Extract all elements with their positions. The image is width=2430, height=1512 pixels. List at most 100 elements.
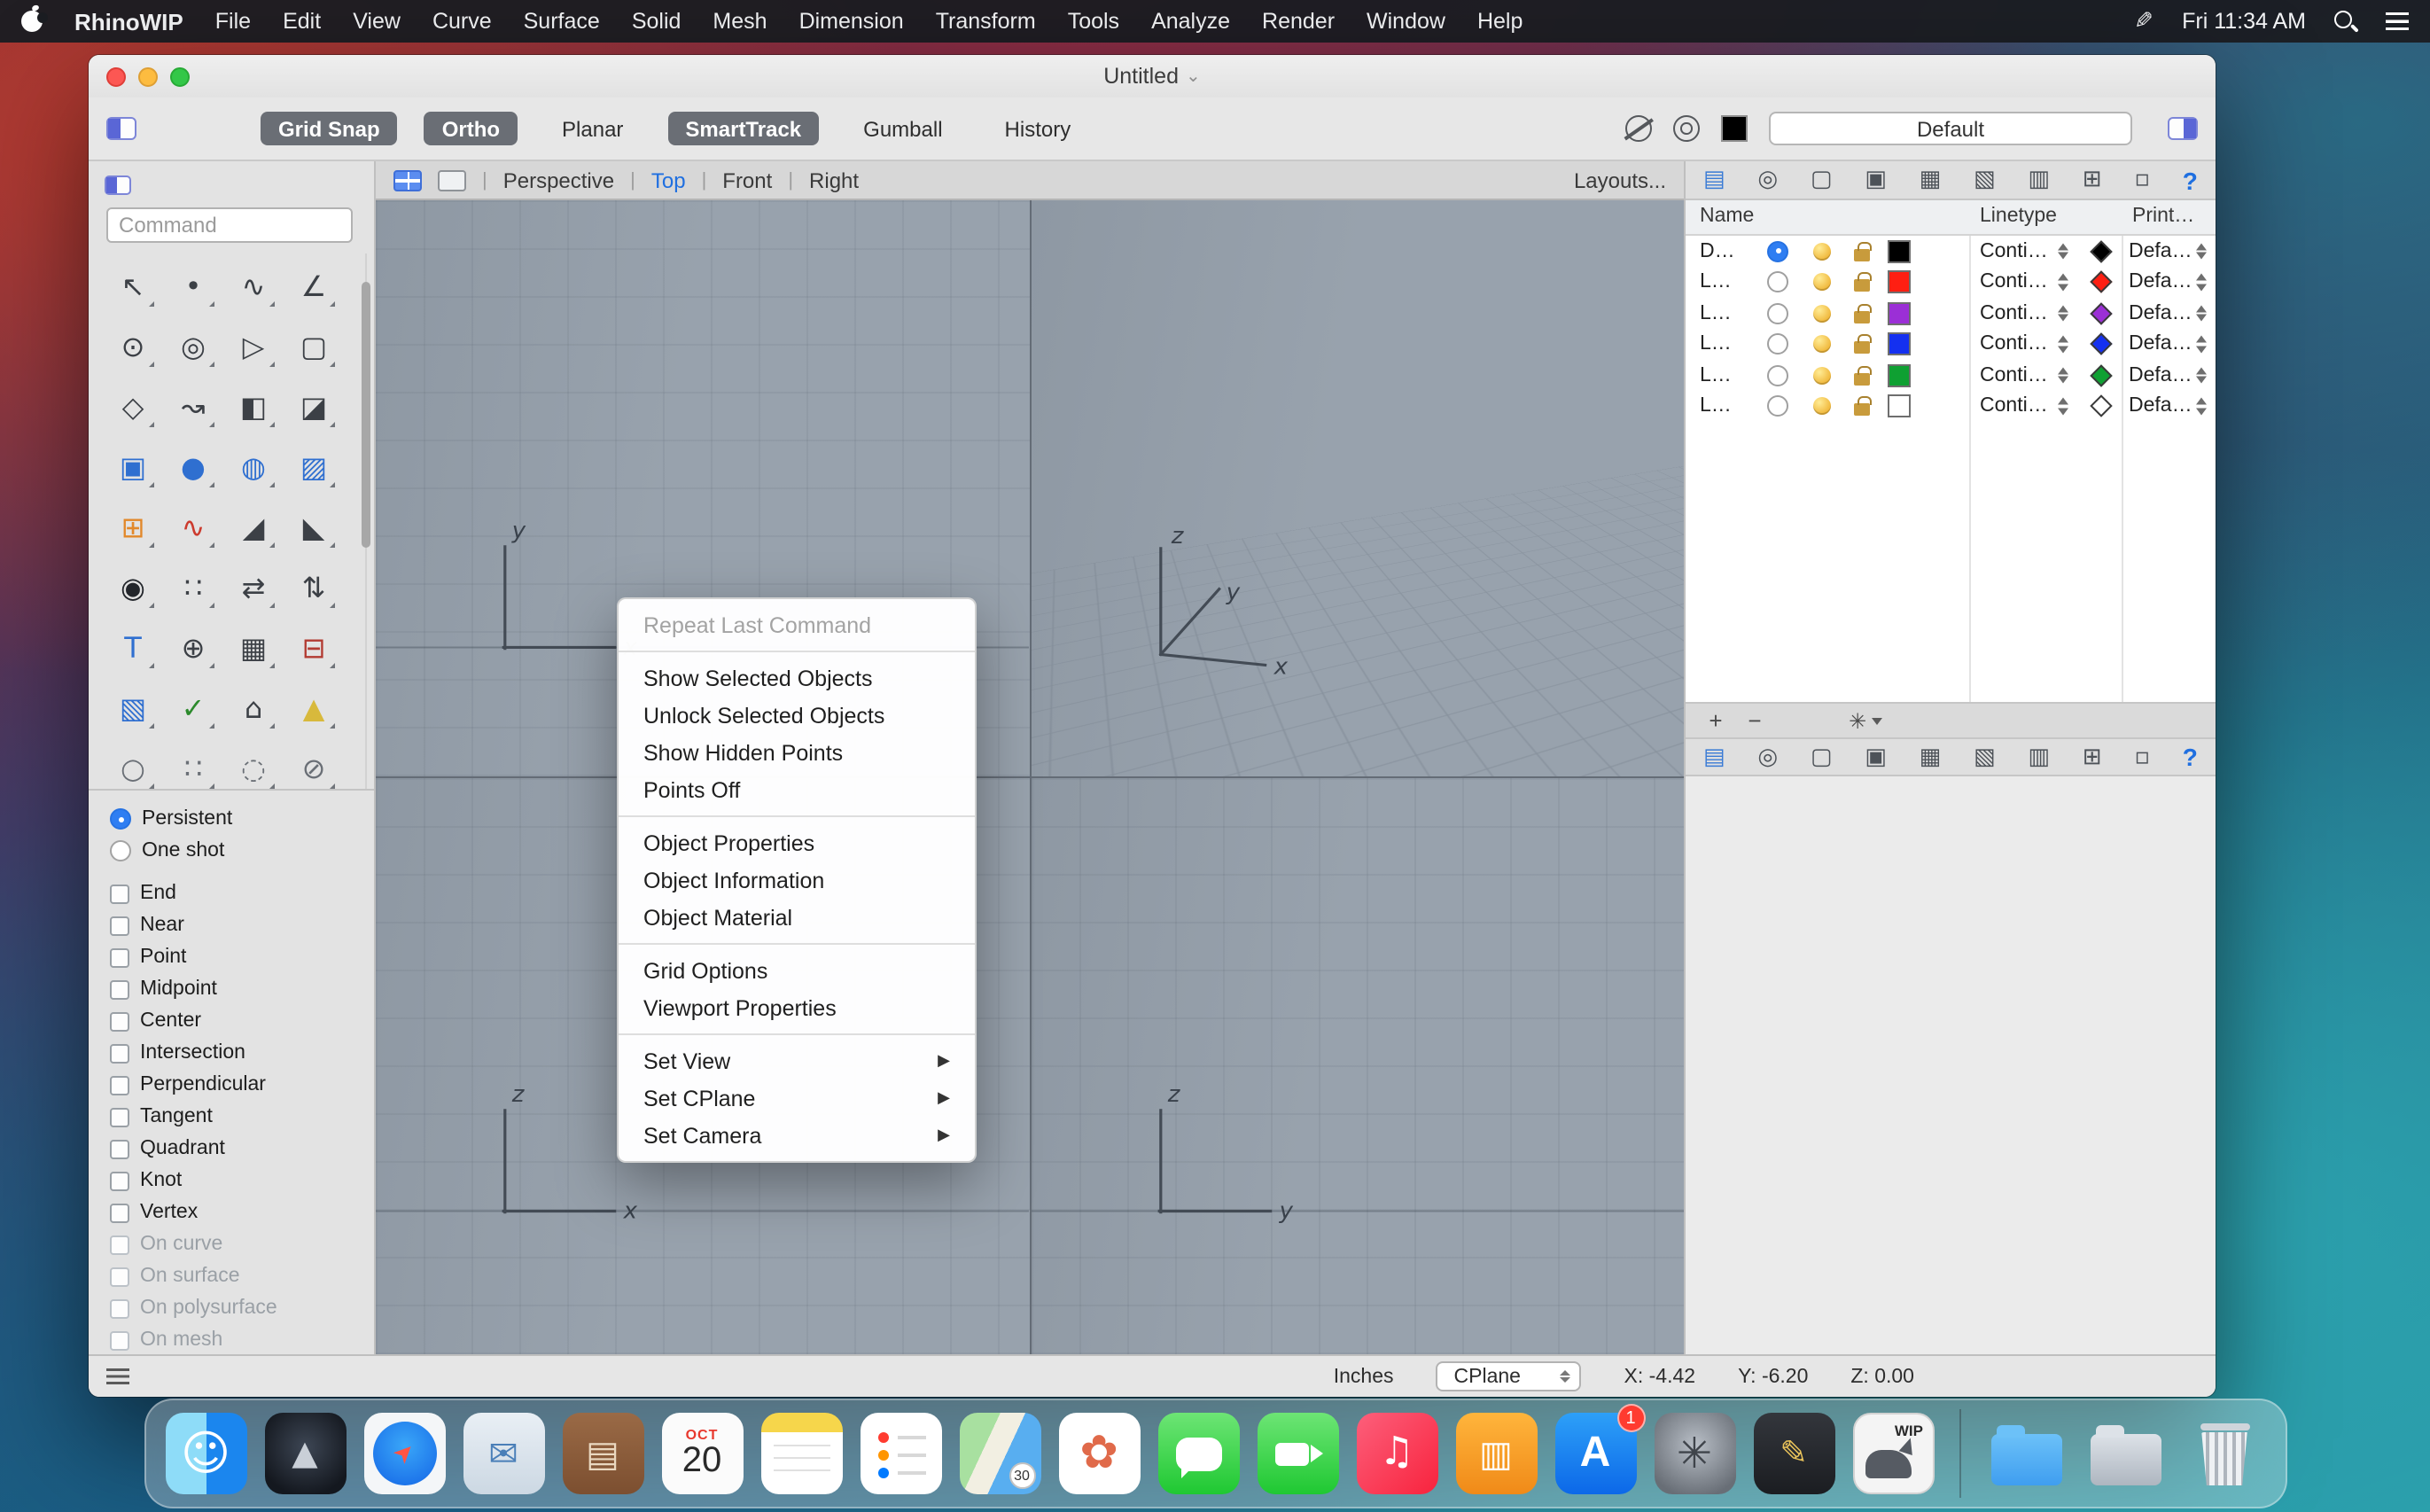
music-dock-icon[interactable]: ♫ <box>1354 1411 1439 1496</box>
print-color-diamond-icon[interactable] <box>2090 394 2113 418</box>
print-color-diamond-icon[interactable] <box>2090 270 2113 294</box>
help-tab-icon[interactable]: ? <box>2183 168 2198 192</box>
command-input[interactable] <box>106 207 353 243</box>
render-tab-icon[interactable]: ▦ <box>1920 745 1942 768</box>
sun-tab-icon[interactable]: ⊞ <box>2083 745 2102 768</box>
tool-box[interactable]: ▣ <box>103 438 163 498</box>
books-dock-icon[interactable]: ▥ <box>1453 1411 1538 1496</box>
layer-lock-icon[interactable] <box>1854 396 1871 417</box>
layer-lock-icon[interactable] <box>1854 334 1871 355</box>
layer-visibility-bulb-icon[interactable] <box>1813 366 1831 385</box>
tool-polygon[interactable]: ◇ <box>103 378 163 438</box>
osnap-mode-persistent[interactable]: Persistent <box>110 803 374 835</box>
lighting-tab-icon[interactable]: ▥ <box>2028 168 2050 191</box>
menu-file[interactable]: File <box>215 9 251 34</box>
monitor-tab-icon[interactable]: ▫ <box>2134 168 2150 191</box>
trash-dock-icon[interactable] <box>2182 1411 2267 1496</box>
menu-edit[interactable]: Edit <box>283 9 321 34</box>
menu-dimension[interactable]: Dimension <box>799 9 904 34</box>
safari-dock-icon[interactable]: ➤ <box>362 1411 447 1496</box>
record-history-icon[interactable] <box>1673 115 1700 142</box>
layer-visibility-bulb-icon[interactable] <box>1813 335 1831 354</box>
layer-color-swatch[interactable] <box>1888 270 1911 294</box>
print-width-stepper-icon[interactable] <box>2196 398 2207 415</box>
perpendicular-checkbox[interactable] <box>110 1075 129 1095</box>
print-width-stepper-icon[interactable] <box>2196 336 2207 353</box>
reminders-dock-icon[interactable] <box>858 1411 943 1496</box>
osnap-vertex[interactable]: Vertex <box>110 1196 374 1228</box>
menu-item-show-hidden-points[interactable]: Show Hidden Points <box>619 734 975 771</box>
notes-tab-icon[interactable]: ▢ <box>1811 168 1833 191</box>
tool-cage-edit[interactable]: ⌂ <box>223 679 284 739</box>
display-mode-combo[interactable]: Default <box>1769 112 2132 145</box>
layer-row[interactable]: L… Conti… Defa… <box>1686 298 2216 329</box>
osnap-tangent[interactable]: Tangent <box>110 1101 374 1133</box>
display-tab-icon[interactable]: ◎ <box>1757 168 1778 191</box>
layer-row[interactable]: L… Conti… Defa… <box>1686 360 2216 391</box>
layer-row[interactable]: D… Conti… Defa… <box>1686 236 2216 267</box>
tool-freeform-curve[interactable]: ↝ <box>163 378 223 438</box>
layer-current-radio[interactable] <box>1767 271 1788 293</box>
remove-layer-button[interactable]: − <box>1739 707 1771 734</box>
menu-render[interactable]: Render <box>1262 9 1335 34</box>
print-column-header[interactable]: Print… <box>2132 206 2194 227</box>
print-color-diamond-icon[interactable] <box>2090 363 2113 387</box>
layer-color-swatch[interactable] <box>1888 239 1911 263</box>
layer-color-swatch[interactable] <box>1888 332 1911 356</box>
tab-perspective[interactable]: Perspective <box>503 168 614 192</box>
layer-row[interactable]: L… Conti… Defa… <box>1686 329 2216 360</box>
right-sidebar-toggle-icon[interactable] <box>2168 117 2198 140</box>
menu-tools[interactable]: Tools <box>1068 9 1119 34</box>
layer-color-swatch-toolbar[interactable] <box>1721 115 1748 142</box>
single-viewport-icon[interactable] <box>438 169 466 191</box>
on-mesh-checkbox[interactable] <box>110 1330 129 1350</box>
tool-boolean[interactable]: ◉ <box>103 558 163 619</box>
tool-fillet[interactable]: ◢ <box>223 498 284 558</box>
osnap-midpoint[interactable]: Midpoint <box>110 973 374 1005</box>
menu-item-show-selected-objects[interactable]: Show Selected Objects <box>619 659 975 697</box>
four-viewports-icon[interactable] <box>393 169 422 191</box>
tool-polyline[interactable]: ∠ <box>284 257 344 317</box>
print-color-diamond-icon[interactable] <box>2090 332 2113 356</box>
tool-check[interactable]: ✓ <box>163 679 223 739</box>
tool-cone[interactable]: ▲ <box>284 679 344 739</box>
tool-rectangle[interactable]: ▢ <box>284 317 344 378</box>
osnap-on-curve[interactable]: On curve <box>110 1228 374 1260</box>
osnap-point[interactable]: Point <box>110 941 374 973</box>
panel-toggle-icon[interactable] <box>105 175 131 194</box>
viewport-perspective[interactable]: z y x <box>1031 200 1684 776</box>
lighting-tab-icon[interactable]: ▥ <box>2028 745 2050 768</box>
linetype-stepper-icon[interactable] <box>2058 367 2068 384</box>
vertex-checkbox[interactable] <box>110 1203 129 1222</box>
menu-mesh[interactable]: Mesh <box>713 9 767 34</box>
tool-move[interactable]: ⊕ <box>163 619 223 679</box>
tab-front[interactable]: Front <box>722 168 772 192</box>
print-width-stepper-icon[interactable] <box>2196 305 2207 322</box>
print-width-stepper-icon[interactable] <box>2196 274 2207 291</box>
osnap-mode-one-shot[interactable]: One shot <box>110 835 374 867</box>
add-layer-button[interactable]: + <box>1700 707 1732 734</box>
menu-curve[interactable]: Curve <box>432 9 492 34</box>
menu-item-set-view[interactable]: Set View ▶ <box>619 1042 975 1079</box>
tool-curve-points[interactable]: ∷ <box>163 739 223 789</box>
point-checkbox[interactable] <box>110 947 129 967</box>
materials-tab-icon[interactable]: ▣ <box>1865 745 1887 768</box>
finder-dock-icon[interactable]: ☺ <box>163 1411 248 1496</box>
layer-settings-button[interactable]: ✳ <box>1849 708 1883 733</box>
on-surface-checkbox[interactable] <box>110 1266 129 1286</box>
osnap-knot[interactable]: Knot <box>110 1165 374 1196</box>
tool-circle-tangent[interactable]: ○ <box>103 739 163 789</box>
menu-surface[interactable]: Surface <box>524 9 600 34</box>
render-tab-icon[interactable]: ▦ <box>1920 168 1942 191</box>
layer-current-radio[interactable] <box>1767 240 1788 262</box>
planar-button[interactable]: Planar <box>544 112 641 145</box>
menu-solid[interactable]: Solid <box>632 9 681 34</box>
intersection-checkbox[interactable] <box>110 1043 129 1063</box>
contacts-dock-icon[interactable]: ▤ <box>560 1411 645 1496</box>
tool-cylinder[interactable]: ◍ <box>223 438 284 498</box>
launchpad-dock-icon[interactable]: ▲ <box>262 1411 347 1496</box>
tool-surface-loft[interactable]: ◧ <box>223 378 284 438</box>
notes-tab-icon[interactable]: ▢ <box>1811 745 1833 768</box>
layer-visibility-bulb-icon[interactable] <box>1813 304 1831 323</box>
print-color-diamond-icon[interactable] <box>2090 301 2113 325</box>
